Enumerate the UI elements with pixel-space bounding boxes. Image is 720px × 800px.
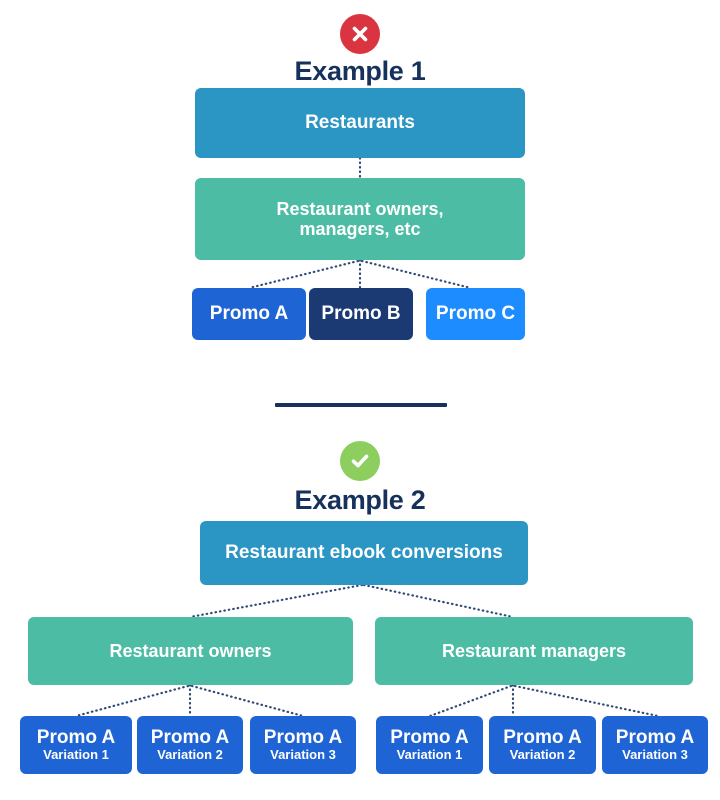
node-e2-left-variation-1-line1: Promo A	[36, 726, 116, 748]
node-e2-right-variation-1-line1: Promo A	[390, 726, 469, 748]
connector-e2-root-mid-right	[362, 583, 515, 619]
node-e2-left-variation-3: Promo A Variation 3	[250, 716, 356, 774]
node-e2-right-variation-3-line1: Promo A	[615, 726, 695, 748]
example-1-title: Example 1	[294, 56, 426, 86]
node-e2-right-variation-1-line2: Variation 1	[396, 747, 463, 763]
connector-e2-left-leaf-3	[190, 684, 305, 718]
node-e1-mid: Restaurant owners, managers, etc	[195, 178, 525, 260]
node-e1-promo-a-label: Promo A	[209, 303, 289, 325]
node-e2-right-variation-3: Promo A Variation 3	[602, 716, 708, 774]
node-e1-mid-label-line2: managers, etc	[299, 219, 421, 239]
connector-e1-mid-leaf-c	[360, 259, 473, 290]
node-e1-root: Restaurants	[195, 88, 525, 158]
node-e2-root: Restaurant ebook conversions	[200, 521, 528, 585]
node-e2-mid-owners-label: Restaurant owners	[109, 640, 272, 661]
node-e2-mid-owners: Restaurant owners	[28, 617, 353, 685]
node-e2-right-variation-2-line2: Variation 2	[509, 747, 576, 763]
node-e1-promo-a: Promo A	[192, 288, 306, 340]
error-x-icon	[340, 14, 380, 54]
node-e1-promo-c: Promo C	[426, 288, 525, 340]
connector-e2-right-leaf-3	[513, 684, 660, 718]
node-e2-root-label: Restaurant ebook conversions	[225, 542, 503, 564]
node-e2-left-variation-1-line2: Variation 1	[43, 747, 109, 763]
node-e2-left-variation-2: Promo A Variation 2	[137, 716, 243, 774]
success-check-icon	[340, 441, 380, 481]
connector-e2-root-mid-left	[188, 583, 364, 619]
node-e2-left-variation-1: Promo A Variation 1	[20, 716, 132, 774]
diagram-canvas: Example 1 Restaurants Restaurant owners,…	[0, 0, 720, 800]
node-e2-right-variation-2-line1: Promo A	[503, 726, 582, 748]
node-e1-root-label: Restaurants	[305, 112, 415, 134]
node-e2-right-variation-2: Promo A Variation 2	[489, 716, 596, 774]
connector-e1-mid-leaf-a	[247, 259, 360, 290]
node-e2-right-variation-1: Promo A Variation 1	[376, 716, 483, 774]
node-e2-left-variation-2-line2: Variation 2	[157, 747, 223, 763]
node-e2-mid-managers-label: Restaurant managers	[441, 640, 627, 661]
node-e1-promo-c-label: Promo C	[435, 303, 516, 325]
example-2-title: Example 2	[294, 485, 426, 515]
node-e1-mid-label-line1: Restaurant owners,	[276, 198, 444, 219]
node-e1-promo-b: Promo B	[309, 288, 413, 340]
node-e2-mid-managers: Restaurant managers	[375, 617, 693, 685]
node-e2-left-variation-3-line2: Variation 3	[270, 747, 336, 763]
section-divider	[275, 403, 447, 407]
connector-e2-left-leaf-1	[74, 684, 190, 718]
node-e2-right-variation-3-line2: Variation 3	[622, 747, 688, 763]
node-e1-promo-b-label: Promo B	[321, 303, 401, 325]
node-e2-left-variation-3-line1: Promo A	[263, 726, 343, 748]
connector-e2-right-leaf-1	[428, 684, 513, 718]
node-e2-left-variation-2-line1: Promo A	[150, 726, 230, 748]
